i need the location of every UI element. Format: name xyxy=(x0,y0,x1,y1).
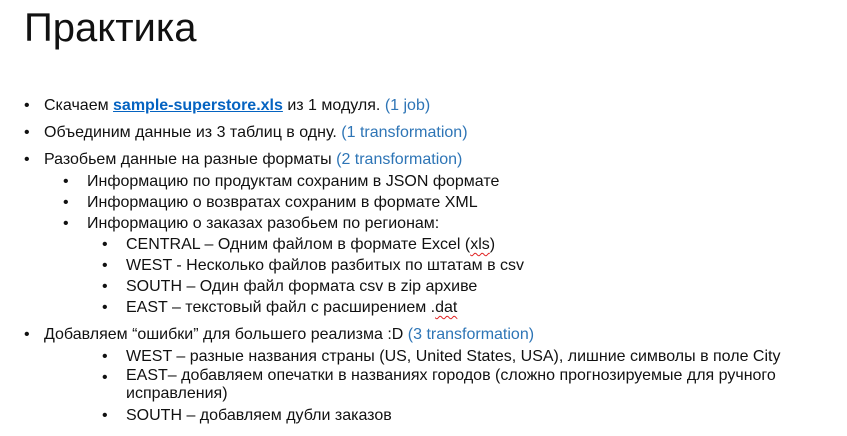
region-east-dat: dat xyxy=(435,299,458,316)
bullet-download: Скачаем sample-superstore.xls из 1 модул… xyxy=(0,95,847,117)
bullet-errors-note: (3 transformation) xyxy=(407,326,535,343)
bullet-errors-text: Добавляем “ошибки” для большего реализма… xyxy=(44,326,408,343)
bullet-download-pre: Скачаем xyxy=(44,97,114,114)
sub-bullet-products: Информацию по продуктам сохраним в JSON … xyxy=(0,171,847,193)
region-east-pre: EAST – текстовый файл с расширением . xyxy=(126,299,436,316)
slide-title: Практика xyxy=(24,6,197,50)
bullet-download-mid: из 1 модуля. xyxy=(282,97,385,114)
bullet-errors: Добавляем “ошибки” для большего реализма… xyxy=(0,324,847,346)
region-west: WEST - Несколько файлов разбитых по штат… xyxy=(0,255,847,277)
slide-body: Скачаем sample-superstore.xls из 1 модул… xyxy=(0,95,847,427)
error-east: EAST– добавляем опечатки в названиях гор… xyxy=(0,367,838,403)
error-south: SOUTH – добавляем дубли заказов xyxy=(0,405,847,427)
sample-superstore-link[interactable]: sample-superstore.xls xyxy=(113,97,283,114)
region-central-post: ) xyxy=(489,236,496,253)
sub-bullet-orders: Информацию о заказах разобьем по региона… xyxy=(0,213,847,235)
bullet-split-note: (2 transformation) xyxy=(336,151,463,168)
bullet-split-text: Разобьем данные на разные форматы xyxy=(44,151,337,168)
bullet-merge-text: Объединим данные из 3 таблиц в одну. xyxy=(44,124,342,141)
slide: Практика Скачаем sample-superstore.xls и… xyxy=(0,0,847,436)
error-west: WEST – разные названия страны (US, Unite… xyxy=(0,346,847,368)
bullet-split: Разобьем данные на разные форматы (2 tra… xyxy=(0,149,847,171)
region-central: CENTRAL – Одним файлом в формате Excel (… xyxy=(0,234,847,256)
sub-bullet-returns: Информацию о возвратах сохраним в формат… xyxy=(0,192,847,214)
region-central-xls: xls xyxy=(470,236,490,253)
bullet-merge: Объединим данные из 3 таблиц в одну. (1 … xyxy=(0,122,847,144)
region-east: EAST – текстовый файл с расширением .dat xyxy=(0,297,847,319)
bullet-merge-note: (1 transformation) xyxy=(341,124,468,141)
region-central-pre: CENTRAL – Одним файлом в формате Excel ( xyxy=(126,236,471,253)
region-south: SOUTH – Один файл формата csv в zip архи… xyxy=(0,276,847,298)
bullet-download-note: (1 job) xyxy=(384,97,431,114)
